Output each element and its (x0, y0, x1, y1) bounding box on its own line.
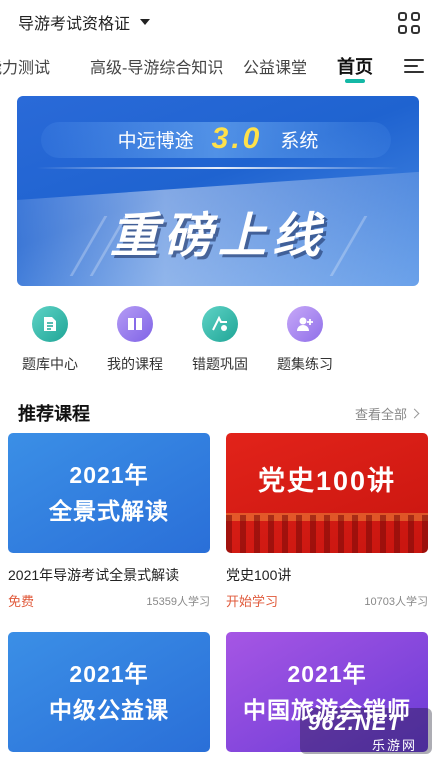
quick-item-my-courses[interactable]: 我的课程 (95, 306, 175, 374)
course-thumbnail: 2021年 中级公益课 (8, 632, 210, 752)
course-card[interactable]: 党史100讲 党史100讲 开始学习 10703人学习 (226, 433, 428, 610)
banner-headline: 重磅上线 (109, 208, 326, 264)
quick-item-label: 错题巩固 (192, 356, 248, 372)
tab-home[interactable]: 首页 (337, 53, 373, 79)
course-tag: 免费 (8, 594, 35, 609)
thumbnail-line: 全景式解读 (49, 498, 169, 524)
grid-apps-icon[interactable] (398, 12, 420, 34)
thumbnail-line: 2021年 (69, 661, 149, 687)
quick-menu: 题库中心 我的课程 错题巩固 题集练习 (0, 306, 440, 376)
watermark-subtitle: 乐游网 (372, 738, 418, 753)
tab-advanced-knowledge[interactable]: 高级-导游综合知识 (90, 54, 223, 78)
tab-public-class[interactable]: 公益课堂 (243, 54, 307, 78)
tab-ability-test[interactable]: 能力测试 (0, 54, 50, 78)
chevron-right-icon (409, 408, 420, 419)
active-tab-indicator (345, 79, 365, 83)
certificate-selector-label: 导游考试资格证 (18, 16, 131, 33)
thumbnail-line: 中国旅游会销师 (243, 697, 411, 723)
certificate-selector[interactable]: 导游考试资格证 (18, 10, 151, 34)
caret-down-icon (140, 19, 151, 25)
hamburger-menu-icon[interactable] (404, 59, 424, 73)
banner-suffix: 系统 (280, 130, 319, 152)
course-thumbnail: 党史100讲 (226, 433, 428, 553)
banner-subtitle: 中远博途 3.0 系统 (17, 122, 419, 156)
course-card[interactable]: 2021年 中级公益课 (8, 632, 210, 752)
banner-brand: 中远博途 (117, 130, 194, 152)
view-all-link[interactable]: 查看全部 (354, 404, 420, 423)
thumbnail-line: 中级公益课 (49, 697, 169, 723)
quick-item-question-bank[interactable]: 题库中心 (10, 306, 90, 374)
recommended-title: 推荐课程 (18, 404, 90, 424)
thumbnail-decoration (226, 515, 428, 553)
learner-count: 15359人学习 (146, 595, 210, 608)
banner-version: 3.0 (211, 122, 263, 155)
banner-divider (37, 167, 399, 169)
practice-set-icon (287, 306, 323, 342)
thumbnail-line: 2021年 (69, 462, 149, 488)
learner-count: 10703人学习 (364, 595, 428, 608)
quick-item-label: 题库中心 (22, 356, 78, 372)
quick-item-label: 题集练习 (277, 356, 333, 372)
view-all-label: 查看全部 (354, 407, 407, 422)
course-title: 2021年导游考试全景式解读 (8, 567, 180, 583)
quick-item-practice-set[interactable]: 题集练习 (265, 306, 345, 374)
course-meta: 开始学习 10703人学习 (226, 591, 428, 610)
course-title: 党史100讲 (226, 567, 292, 583)
wrong-questions-icon (202, 306, 238, 342)
course-meta: 免费 15359人学习 (8, 591, 210, 610)
course-card[interactable]: 2021年 全景式解读 2021年导游考试全景式解读 免费 15359人学习 (8, 433, 210, 610)
top-bar: 导游考试资格证 (0, 0, 440, 44)
question-bank-icon (32, 306, 68, 342)
category-tabs: 能力测试 高级-导游综合知识 公益课堂 首页 (0, 48, 440, 86)
course-thumbnail: 2021年 全景式解读 (8, 433, 210, 553)
thumbnail-line: 党史100讲 (257, 466, 397, 496)
quick-item-wrong-questions[interactable]: 错题巩固 (180, 306, 260, 374)
thumbnail-line: 2021年 (287, 661, 367, 687)
book-icon (117, 306, 153, 342)
course-tag: 开始学习 (226, 594, 279, 609)
promo-banner[interactable]: 中远博途 3.0 系统 重磅上线 (17, 96, 419, 286)
quick-item-label: 我的课程 (107, 356, 163, 372)
